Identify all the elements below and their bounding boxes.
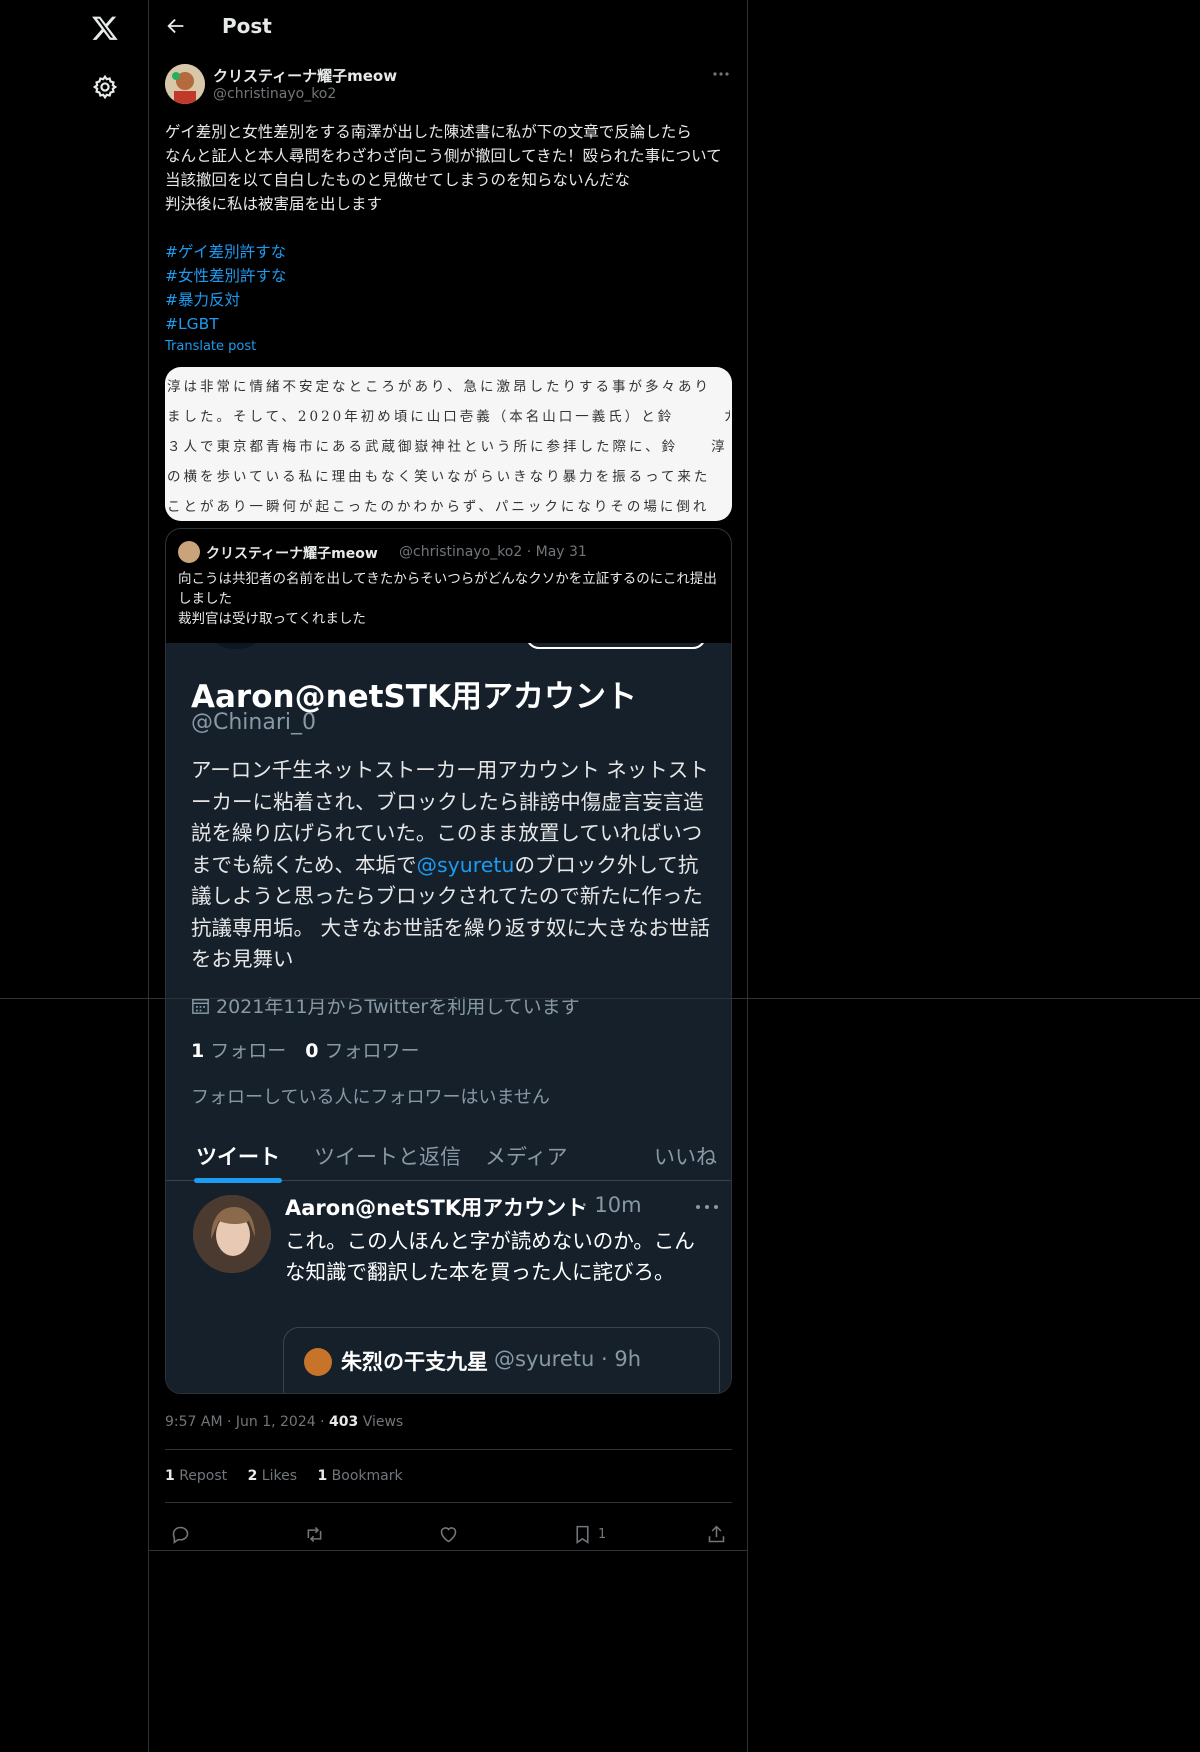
hashtag-link[interactable]: #LGBT bbox=[165, 312, 732, 336]
hashtag-link[interactable]: #暴力反対 bbox=[165, 288, 732, 312]
screenshot-tweet-author: Aaron@netSTK用アカウント bbox=[285, 1196, 588, 1220]
screenshot-profile-bio: アーロン千生ネットストーカー用アカウント ネットストーカーに粘着され、ブロックし… bbox=[191, 755, 716, 976]
screenshot-tab: ツイートと返信 bbox=[314, 1145, 461, 1169]
bookmark-count: 1 bbox=[317, 1468, 328, 1484]
bookmark-label: Bookmark bbox=[327, 1468, 403, 1484]
bio-mention: @syuretu bbox=[416, 852, 515, 877]
active-tab-indicator bbox=[194, 1178, 282, 1183]
share-icon bbox=[708, 1525, 725, 1543]
divider bbox=[165, 1449, 732, 1450]
screen-divider-line bbox=[0, 998, 1200, 999]
calendar-icon bbox=[192, 998, 209, 1014]
quoted-post-text: 向こうは共犯者の名前を出してきたからそいつらがどんなクソかを立証するのにこれ提出… bbox=[178, 571, 717, 627]
repost-label: Repost bbox=[174, 1468, 228, 1484]
repost-icon bbox=[307, 1526, 322, 1543]
author-name[interactable]: クリスティーナ耀子meow bbox=[213, 65, 397, 86]
hashtag-link[interactable]: #ゲイ差別許すな bbox=[165, 240, 732, 264]
repost-count: 1 bbox=[165, 1468, 175, 1484]
attached-document-image[interactable]: 淳は非常に情緒不安定なところがあり、急に激昂したりする事が多々あり ました。そし… bbox=[165, 367, 732, 521]
screenshot-tabs: ツイート ツイートと返信 メディア いいね bbox=[166, 1125, 731, 1183]
screenshot-avatar bbox=[216, 643, 256, 649]
like-button[interactable] bbox=[438, 1524, 459, 1546]
divider bbox=[149, 1550, 748, 1551]
inner-quote-author: 朱烈の干支九星 bbox=[341, 1350, 488, 1374]
document-line: ３人で東京都青梅市にある武蔵御嶽神社という所に参拝した際に、鈴 淳 bbox=[167, 439, 728, 455]
screenshot-profile-handle: @Chinari_0 bbox=[191, 710, 316, 735]
quoted-author-meta: @christinayo_ko2 · May 31 bbox=[399, 544, 587, 560]
screenshot-tweet-time: · 10m bbox=[581, 1193, 642, 1217]
bookmark-icon bbox=[576, 1525, 589, 1544]
divider bbox=[165, 1502, 732, 1503]
document-line: の横を歩いている私に理由もなく笑いながらいきなり暴力を振るって来た bbox=[167, 469, 711, 485]
screenshot-follow-stats: 1 フォロー 0 フォロワー bbox=[191, 1036, 420, 1063]
more-options-icon bbox=[696, 1205, 718, 1209]
post-timestamp: 9:57 AM · Jun 1, 2024 · 403 Views bbox=[165, 1414, 403, 1430]
quoted-post-header: クリスティーナ耀子meow @christinayo_ko2 · May 31 bbox=[178, 541, 718, 563]
repost-button[interactable] bbox=[304, 1524, 325, 1546]
avatar bbox=[304, 1348, 332, 1376]
avatar bbox=[178, 541, 200, 563]
views-label: Views bbox=[358, 1414, 404, 1430]
likes-count: 2 bbox=[247, 1468, 258, 1484]
post-column: Post クリスティーナ耀子meow @christinayo_ko2 ゲイ差別… bbox=[149, 0, 748, 1752]
screenshot-joined-date: 2021年11月からTwitterを利用しています bbox=[191, 992, 580, 1019]
more-options-icon[interactable] bbox=[710, 66, 732, 82]
quoted-post[interactable]: クリスティーナ耀子meow @christinayo_ko2 · May 31 … bbox=[165, 528, 732, 1394]
translate-post-link[interactable]: Translate post bbox=[165, 339, 256, 354]
post-text: ゲイ差別と女性差別をする南澤が出した陳述書に私が下の文章で反論したら なんと証人… bbox=[165, 123, 722, 213]
screenshot-tweet-text: これ。この人ほんと字が読めないのか。こんな知識で翻訳した本を買った人に詫びろ。 bbox=[285, 1229, 695, 1284]
post-stats: 1 Repost 2 Likes 1 Bookmark bbox=[165, 1468, 419, 1484]
screenshot-button bbox=[526, 643, 706, 649]
joined-text: 2021年11月からTwitterを利用しています bbox=[216, 996, 580, 1018]
quoted-screenshot-image: Aaron@netSTK用アカウント @Chinari_0 アーロン千生ネットス… bbox=[166, 643, 731, 1393]
followers-label: フォロワー bbox=[318, 1040, 420, 1062]
reply-icon bbox=[172, 1526, 189, 1544]
document-line: 淳は非常に情緒不安定なところがあり、急に激昂したりする事が多々あり bbox=[167, 379, 711, 395]
timestamp-text[interactable]: 9:57 AM · Jun 1, 2024 · bbox=[165, 1414, 329, 1430]
bookmark-stat[interactable]: 1 Bookmark bbox=[317, 1468, 402, 1484]
avatar bbox=[193, 1195, 271, 1273]
hashtag-list: #ゲイ差別許すな #女性差別許すな #暴力反対 #LGBT bbox=[165, 240, 732, 336]
left-navigation bbox=[0, 0, 149, 1752]
top-bar: Post bbox=[149, 0, 748, 54]
following-count: 1 bbox=[191, 1040, 205, 1062]
page-title: Post bbox=[222, 14, 272, 38]
likes-label: Likes bbox=[257, 1468, 298, 1484]
followers-count: 0 bbox=[305, 1040, 319, 1062]
reply-button[interactable] bbox=[170, 1524, 191, 1546]
screenshot-tab: ツイート bbox=[196, 1145, 280, 1169]
hashtag-link[interactable]: #女性差別許すな bbox=[165, 264, 732, 288]
heart-icon bbox=[440, 1527, 457, 1543]
post-author: クリスティーナ耀子meow @christinayo_ko2 bbox=[165, 64, 732, 108]
gear-icon[interactable] bbox=[92, 74, 118, 100]
back-arrow-icon[interactable] bbox=[165, 15, 187, 37]
repost-stat[interactable]: 1 Repost bbox=[165, 1468, 227, 1484]
share-button[interactable] bbox=[706, 1524, 727, 1546]
x-logo-icon[interactable] bbox=[91, 14, 119, 42]
document-line: ました。そして、2020年初め頃に山口壱義（本名山口一義氏）と鈴 カ bbox=[167, 409, 730, 425]
author-handle[interactable]: @christinayo_ko2 bbox=[213, 86, 336, 102]
screenshot-no-known-followers: フォローしている人にフォロワーはいません bbox=[191, 1087, 550, 1108]
quoted-author-name: クリスティーナ耀子meow bbox=[206, 546, 378, 562]
inner-quote-meta: @syuretu · 9h bbox=[494, 1347, 642, 1371]
likes-stat[interactable]: 2 Likes bbox=[248, 1468, 297, 1484]
bookmark-action-count: 1 bbox=[598, 1527, 607, 1542]
screenshot-inner-quote: 朱烈の干支九星 @syuretu · 9h bbox=[283, 1327, 720, 1393]
avatar[interactable] bbox=[165, 64, 205, 104]
views-count: 403 bbox=[329, 1414, 359, 1430]
following-label: フォロー bbox=[204, 1040, 306, 1062]
bookmark-button[interactable]: 1 bbox=[572, 1524, 606, 1546]
screenshot-tab: メディア bbox=[485, 1145, 568, 1169]
document-line: ことがあり一瞬何が起こったのかわからず、パニックになりその場に倒れ bbox=[167, 499, 710, 515]
screenshot-tab: いいね bbox=[654, 1145, 717, 1169]
